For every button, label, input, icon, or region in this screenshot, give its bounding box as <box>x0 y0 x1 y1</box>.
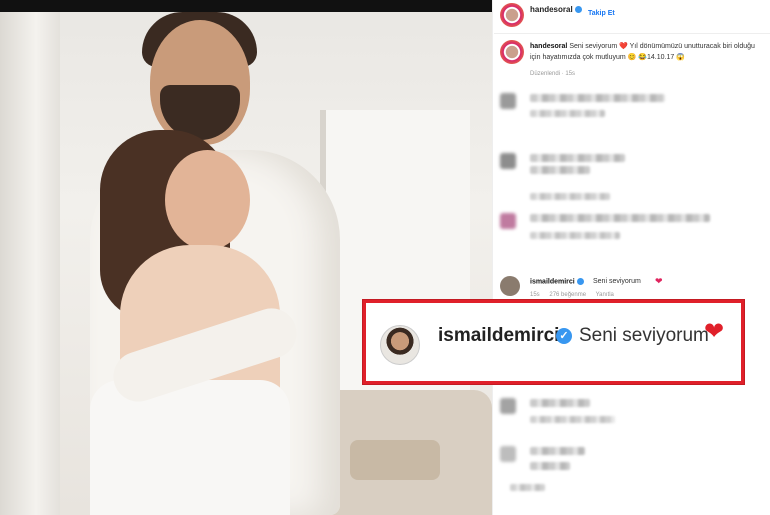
caption-meta: Düzenlendi · 15s <box>530 71 576 77</box>
blurred-meta <box>530 416 615 423</box>
blurred-comment <box>530 154 625 162</box>
blurred-comment <box>530 94 665 102</box>
verified-icon: ✓ <box>556 328 572 344</box>
blurred-meta <box>530 110 605 117</box>
heart-icon: ❤ <box>704 318 725 345</box>
comment-likes[interactable]: 276 beğenme <box>549 292 586 298</box>
follow-button[interactable]: Takip Et <box>588 10 615 17</box>
caption-avatar[interactable] <box>500 40 524 64</box>
comment-meta: 15s 276 beğenme Yanıtla <box>530 292 622 298</box>
comment-avatar[interactable] <box>500 276 520 296</box>
blurred-comment <box>530 214 710 222</box>
blurred-avatar <box>500 213 516 229</box>
top-bar <box>0 0 492 12</box>
comment-username[interactable]: ismaildemirci <box>530 278 584 285</box>
blurred-avatar <box>500 398 516 414</box>
pillow <box>350 440 440 480</box>
reply-button[interactable]: Yanıtla <box>596 292 614 298</box>
heart-icon: ❤ <box>655 276 663 286</box>
profile-avatar[interactable] <box>500 3 524 27</box>
blurred-comment <box>530 166 590 174</box>
highlight-text: Seni seviyorum <box>579 325 709 346</box>
blurred-avatar <box>500 93 516 109</box>
comment-age: 15s <box>530 292 540 298</box>
post-username[interactable]: handesoral <box>530 5 582 14</box>
blurred-meta <box>530 232 620 239</box>
highlighted-comment: ismaildemirci ✓ Seni seviyorum ❤ <box>363 300 744 384</box>
curtain <box>0 12 60 515</box>
blurred-comment <box>530 462 570 470</box>
blurred-comment <box>530 399 590 407</box>
post-photo[interactable] <box>0 0 492 515</box>
highlight-username[interactable]: ismaildemirci <box>438 325 559 347</box>
blurred-meta <box>510 484 545 491</box>
verified-icon <box>576 278 584 285</box>
comments-panel <box>492 0 770 515</box>
blurred-comment <box>530 447 585 455</box>
comment-text: Seni seviyorum <box>593 278 641 285</box>
caption-username[interactable]: handesoral <box>530 43 567 50</box>
verified-icon <box>574 6 582 14</box>
blurred-avatar <box>500 446 516 462</box>
woman-face <box>165 150 250 250</box>
highlight-avatar[interactable] <box>380 325 420 365</box>
divider <box>494 33 770 34</box>
blurred-avatar <box>500 153 516 169</box>
blurred-meta <box>530 193 610 200</box>
caption: handesoral Seni seviyorum ❤️ Yıl dönümüm… <box>530 41 765 63</box>
woman-dress <box>90 380 290 515</box>
